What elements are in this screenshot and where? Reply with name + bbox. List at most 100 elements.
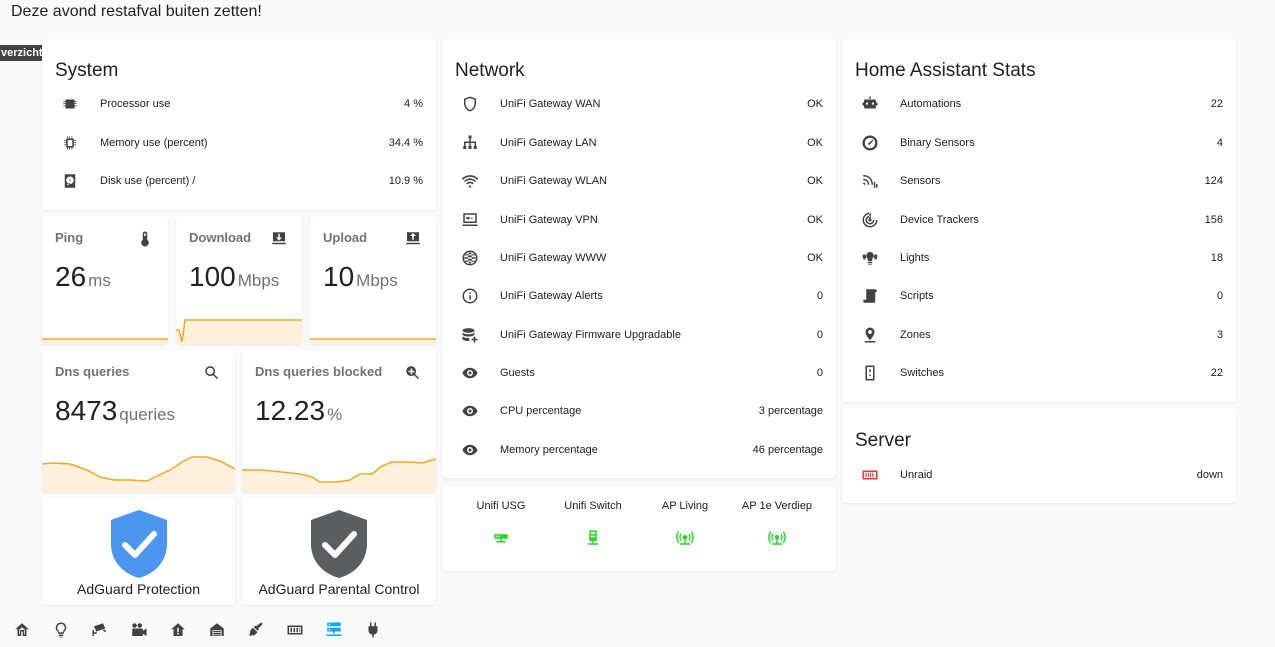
ha-row-value: 18 — [1210, 252, 1223, 264]
database-plus-icon — [461, 326, 479, 344]
server-row-label: Unraid — [900, 469, 933, 481]
lightbulb-group-icon — [861, 249, 879, 267]
system-row-processor[interactable]: Processor use 4 % — [55, 92, 423, 116]
adguard-protection-card[interactable]: AdGuard Protection — [42, 498, 235, 605]
radar-icon — [861, 211, 879, 229]
upload-name: Upload — [323, 230, 368, 245]
ha-row-device-trackers[interactable]: Device Trackers 156 — [855, 208, 1223, 232]
home-alert-icon[interactable] — [168, 620, 187, 639]
device-label: Unifi Switch — [564, 500, 622, 512]
network-row-www[interactable]: UniFi Gateway WWW OK — [455, 246, 823, 270]
network-row-label: UniFi Gateway Alerts — [500, 290, 603, 302]
network-row-label: UniFi Gateway VPN — [500, 214, 598, 226]
ping-unit: ms — [88, 271, 111, 290]
network-row-value: 0 — [816, 329, 823, 341]
ha-row-zones[interactable]: Zones 3 — [855, 323, 1223, 347]
device-unifi-switch[interactable]: Unifi Switch — [543, 500, 643, 547]
ha-row-label: Sensors — [900, 175, 941, 187]
ha-row-value: 0 — [1216, 290, 1223, 302]
broom-icon[interactable] — [246, 620, 265, 639]
signal-icon — [861, 172, 879, 190]
system-title: System — [55, 60, 119, 81]
home-garage-icon[interactable] — [207, 620, 226, 639]
dns-blocked-card[interactable]: Dns queries blocked 12.23% — [242, 350, 436, 492]
device-unifi-usg[interactable]: Unifi USG — [451, 500, 551, 547]
device-ap-living[interactable]: AP Living — [635, 500, 735, 547]
upload-value: 10 Mbps — [323, 261, 398, 293]
ha-row-automations[interactable]: Automations 22 — [855, 92, 1223, 116]
adguard-parental-card[interactable]: AdGuard Parental Control — [242, 498, 436, 605]
system-row-disk[interactable]: Disk use (percent) / 10.9 % — [55, 169, 423, 193]
ping-name: Ping — [55, 230, 84, 245]
ha-row-label: Lights — [900, 252, 930, 264]
ping-value-number: 26 — [55, 261, 87, 292]
download-value: 100 Mbps — [189, 261, 279, 293]
ha-row-scripts[interactable]: Scripts 0 — [855, 284, 1223, 308]
access-point-icon — [676, 529, 694, 547]
dns-queries-number: 8473 — [55, 395, 118, 426]
system-row-memory[interactable]: Memory use (percent) 34.4 % — [55, 131, 423, 155]
home-icon[interactable] — [12, 620, 31, 639]
upload-card[interactable]: Upload 10 Mbps — [310, 216, 436, 344]
thermometer-icon — [136, 230, 154, 248]
shield-outline-icon — [461, 95, 479, 113]
device-label: AP Living — [661, 500, 709, 512]
network-row-label: Memory percentage — [500, 444, 598, 456]
dns-blocked-sparkline — [242, 458, 436, 492]
system-row-label: Disk use (percent) / — [100, 175, 196, 187]
system-row-value: 4 % — [404, 98, 423, 110]
network-row-value: 46 percentage — [752, 444, 823, 456]
ha-row-value: 22 — [1210, 98, 1223, 110]
shield-check-icon — [42, 508, 235, 580]
system-row-value: 34.4 % — [388, 137, 423, 149]
camera-icon[interactable] — [129, 620, 148, 639]
network-row-memory[interactable]: Memory percentage 46 percentage — [455, 438, 823, 462]
dns-queries-unit: queries — [119, 405, 176, 424]
network-row-wlan[interactable]: UniFi Gateway WLAN OK — [455, 169, 823, 193]
network-row-value: OK — [807, 214, 823, 226]
network-row-guests[interactable]: Guests 0 — [455, 361, 823, 385]
ping-card[interactable]: Ping 26 ms — [42, 216, 168, 344]
overzicht-tab-tag[interactable]: verzicht — [0, 45, 47, 61]
dns-blocked-unit: % — [327, 405, 343, 424]
network-row-vpn[interactable]: UniFi Gateway VPN OK — [455, 208, 823, 232]
power-plug-icon[interactable] — [363, 620, 382, 639]
router-icon — [492, 529, 510, 547]
ha-row-sensors[interactable]: Sensors 124 — [855, 169, 1223, 193]
ha-row-label: Zones — [900, 329, 931, 341]
dns-queries-name: Dns queries — [55, 364, 130, 379]
lan-icon — [461, 134, 479, 152]
memory-chip-icon[interactable] — [285, 620, 304, 639]
dns-blocked-name: Dns queries blocked — [255, 364, 383, 379]
devices-card: Unifi USG Unifi Switch AP Living AP 1e V… — [442, 486, 836, 571]
ha-row-switches[interactable]: Switches 22 — [855, 361, 1223, 385]
ha-row-value: 124 — [1204, 175, 1223, 187]
download-card[interactable]: Download 100 Mbps — [176, 216, 302, 344]
device-label: AP 1e Verdiep — [741, 500, 813, 512]
network-row-value: OK — [807, 137, 823, 149]
upload-icon — [404, 230, 422, 248]
ha-row-label: Scripts — [900, 290, 934, 302]
ha-row-binary-sensors[interactable]: Binary Sensors 4 — [855, 131, 1223, 155]
server-network-icon[interactable] — [324, 620, 343, 639]
network-row-lan[interactable]: UniFi Gateway LAN OK — [455, 131, 823, 155]
network-row-firmware[interactable]: UniFi Gateway Firmware Upgradable 0 — [455, 323, 823, 347]
lightbulb-icon[interactable] — [51, 620, 70, 639]
dns-queries-sparkline — [42, 456, 235, 492]
network-row-alerts[interactable]: UniFi Gateway Alerts 0 — [455, 284, 823, 308]
cctv-icon[interactable] — [90, 620, 109, 639]
network-row-cpu[interactable]: CPU percentage 3 percentage — [455, 399, 823, 423]
script-icon — [861, 287, 879, 305]
device-ap-1e-verdiep[interactable]: AP 1e Verdiep — [727, 500, 827, 547]
system-row-value: 10.9 % — [388, 175, 423, 187]
network-row-label: UniFi Gateway LAN — [500, 137, 597, 149]
ha-row-lights[interactable]: Lights 18 — [855, 246, 1223, 270]
system-card: System Processor use 4 % Memory use (per… — [42, 38, 436, 210]
network-row-wan[interactable]: UniFi Gateway WAN OK — [455, 92, 823, 116]
network-row-value: OK — [807, 175, 823, 187]
dns-queries-card[interactable]: Dns queries 8473 queries — [42, 350, 235, 492]
ha-row-value: 4 — [1216, 137, 1223, 149]
magnify-icon — [203, 364, 221, 382]
server-row-unraid[interactable]: Unraid down — [855, 463, 1223, 487]
network-row-label: UniFi Gateway WLAN — [500, 175, 607, 187]
